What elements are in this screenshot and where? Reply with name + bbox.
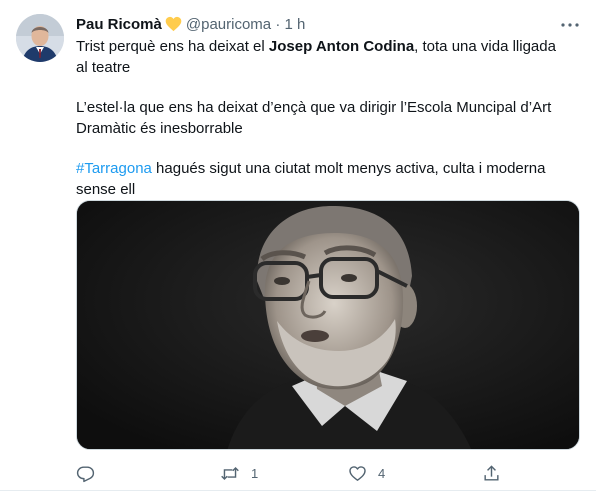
tweet-image[interactable] — [76, 200, 580, 450]
retweet-count: 1 — [251, 465, 259, 481]
tweet-paragraph-2: L’estel·la que ens ha deixat d’ençà que … — [76, 99, 552, 137]
paragraph-1-text: Trist perquè ens ha deixat el — [76, 38, 269, 55]
hashtag-link[interactable]: #Tarragona — [76, 160, 152, 177]
separator-dot: · — [275, 16, 281, 33]
avatar-photo — [16, 14, 64, 62]
like-count: 4 — [378, 465, 386, 481]
tweet-text: Trist perquè ens ha deixat el Josep Anto… — [76, 36, 571, 219]
author-name[interactable]: Pau Ricomà — [76, 16, 162, 33]
share-button[interactable] — [482, 462, 501, 484]
tweet-card[interactable]: Pau Ricomà @pauricoma · 1 h Trist perquè … — [0, 0, 596, 491]
tweet-header: Pau Ricomà @pauricoma · 1 h — [76, 15, 556, 35]
more-dots-icon — [561, 23, 579, 27]
reply-button[interactable] — [76, 462, 106, 484]
retweet-icon — [221, 466, 239, 480]
retweet-button[interactable]: 1 — [220, 462, 258, 484]
tweet-paragraph-1: Trist perquè ens ha deixat el Josep Anto… — [76, 36, 571, 78]
tweet-paragraph-3: #Tarragona hagués sigut una ciutat molt … — [76, 158, 571, 200]
tweet-actions: 1 4 — [76, 462, 516, 484]
like-heart-icon — [349, 465, 366, 481]
avatar[interactable] — [16, 14, 64, 62]
author-handle[interactable]: @pauricoma — [186, 16, 271, 33]
portrait-photo — [77, 201, 579, 449]
more-options-button[interactable] — [560, 16, 580, 34]
share-icon — [484, 464, 499, 481]
reply-icon — [76, 465, 95, 482]
yellow-heart-icon — [165, 16, 182, 38]
like-button[interactable]: 4 — [348, 462, 385, 484]
timestamp[interactable]: 1 h — [284, 16, 305, 33]
mention-name: Josep Anton Codina — [268, 38, 415, 55]
